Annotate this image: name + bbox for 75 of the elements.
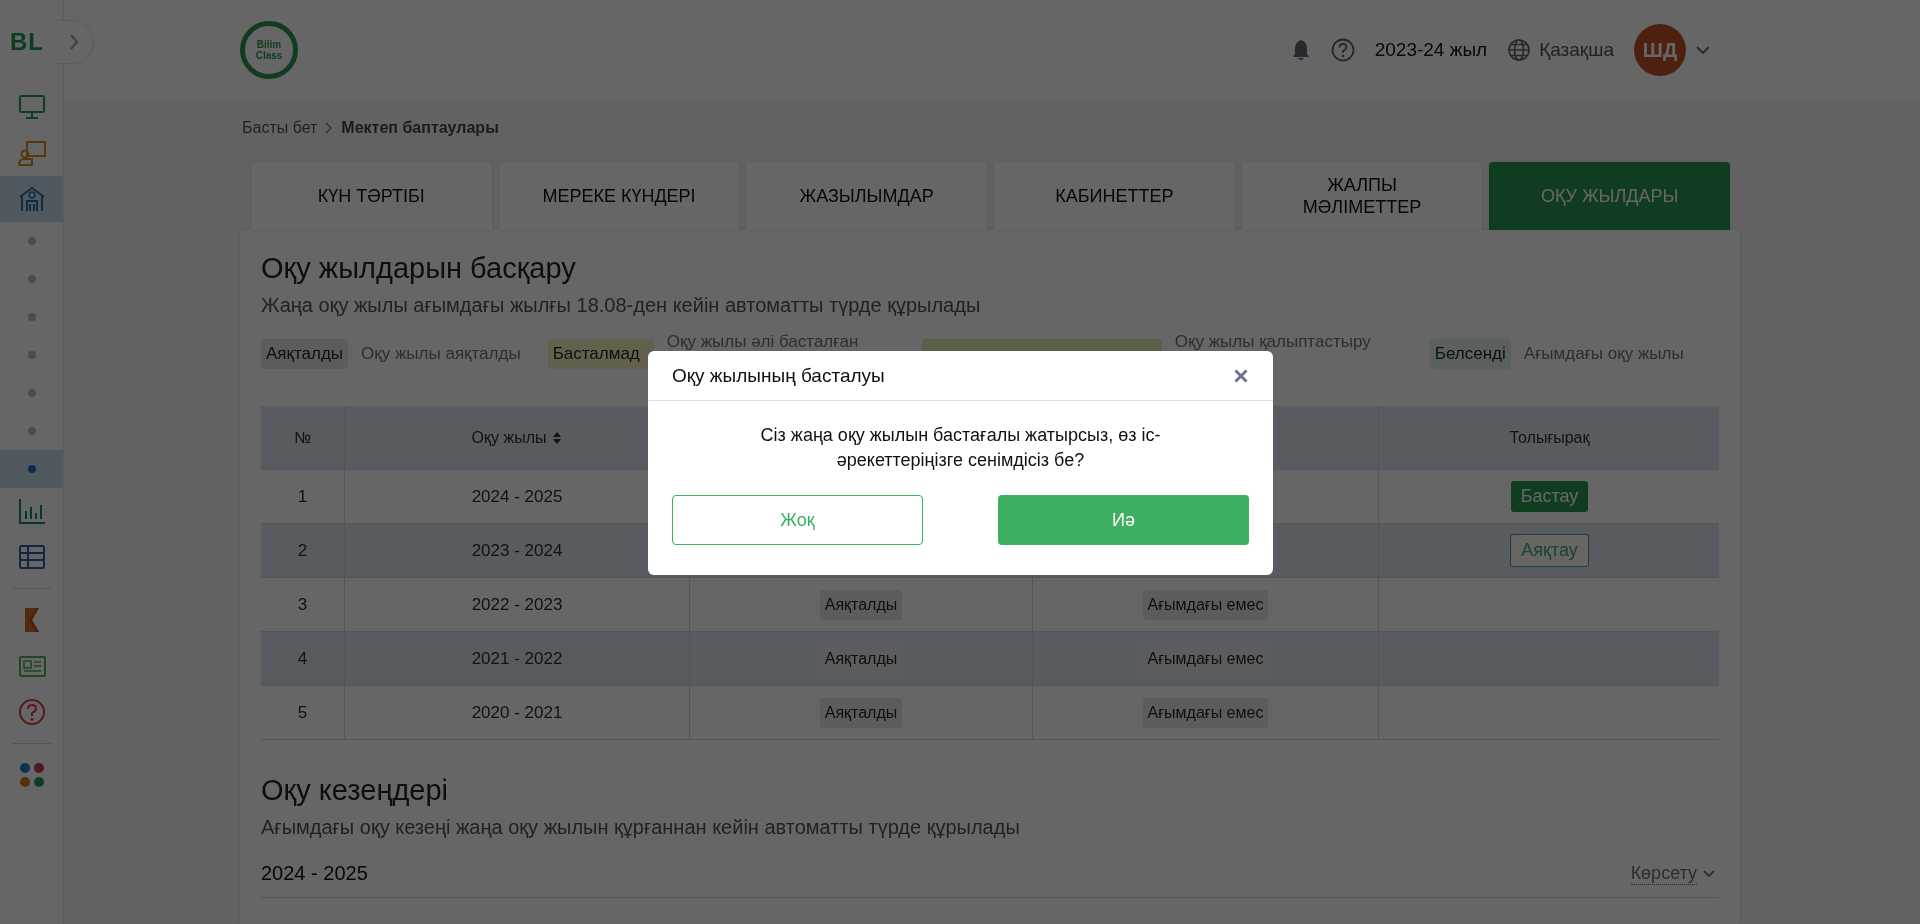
collapse-toggle[interactable] bbox=[54, 20, 94, 64]
legend-text: Оқу жылы аяқталды bbox=[361, 343, 521, 365]
app-logo[interactable]: Bilim Class bbox=[240, 21, 298, 79]
dot-icon bbox=[27, 313, 36, 321]
chart-icon bbox=[17, 497, 46, 525]
brand-logo[interactable]: BL bbox=[10, 28, 44, 56]
sidebar-item[interactable] bbox=[0, 176, 63, 222]
school-icon bbox=[17, 185, 46, 213]
column-header: Толығырақ bbox=[1378, 406, 1720, 469]
start-button[interactable]: Бастау bbox=[1510, 481, 1589, 512]
table-cell-text: 1 bbox=[296, 485, 309, 508]
section-title: Оқу кезеңдері bbox=[261, 773, 450, 808]
table-cell-text: 2 bbox=[296, 539, 309, 562]
sort-icon bbox=[552, 430, 563, 445]
language-selector[interactable]: Қазақша bbox=[1507, 38, 1614, 62]
confirm-button[interactable]: Иә bbox=[998, 495, 1249, 545]
dialog-title: Оқу жылының басталуы bbox=[672, 364, 885, 387]
table-cell-text: 4 bbox=[296, 647, 309, 670]
section-subtitle: Жаңа оқу жылы ағымдағы жылғы 18.08-ден кейін автоматты түрде құрылады bbox=[261, 293, 982, 318]
status-badge: Ағымдағы емес bbox=[1142, 697, 1269, 728]
close-button[interactable] bbox=[1233, 367, 1249, 384]
table-icon bbox=[17, 543, 46, 571]
status-badge: Аяқталды bbox=[819, 589, 903, 620]
globe-icon bbox=[1507, 38, 1532, 62]
tab[interactable]: ЖАЛПЫ МӘЛІМЕТТЕР bbox=[1241, 162, 1483, 230]
help-icon[interactable] bbox=[1330, 38, 1355, 62]
user-avatar[interactable]: ШД bbox=[1634, 24, 1686, 76]
dialog-message: Сіз жаңа оқу жылын бастағалы жатырсыз, өз іс-әрекеттеріңізге сенімдісіз бе? bbox=[759, 424, 1162, 472]
apps-icon bbox=[17, 761, 46, 789]
bookmark-logo-icon bbox=[24, 608, 39, 632]
status-badge: Аяқталды bbox=[261, 339, 349, 369]
table-cell-text: 5 bbox=[296, 701, 309, 724]
dot-icon bbox=[27, 465, 36, 473]
sidebar-item[interactable] bbox=[0, 450, 63, 488]
show-toggle[interactable]: Көрсету bbox=[1630, 862, 1715, 885]
tab[interactable]: ОҚУ ЖЫЛДАРЫ bbox=[1489, 162, 1731, 230]
status-badge: Аяқталды bbox=[819, 643, 903, 674]
dot-icon bbox=[27, 351, 36, 359]
section-title: Оқу жылдарын басқару bbox=[261, 251, 577, 286]
monitor-icon bbox=[17, 93, 46, 121]
tab[interactable]: ЖАЗЫЛЫМДАР bbox=[746, 162, 987, 230]
period-year: 2024 - 2025 bbox=[261, 862, 368, 885]
dot-icon bbox=[27, 427, 36, 435]
cancel-button[interactable]: Жоқ bbox=[672, 495, 923, 545]
section-subtitle: Ағымдағы оқу кезеңі жаңа оқу жылын құрғаннан кейін автоматты түрде құрылады bbox=[261, 815, 1021, 840]
status-badge: Ағымдағы емес bbox=[1142, 643, 1269, 674]
legend-text: Оқу жылы әлі басталған bbox=[666, 333, 860, 351]
legend-text: Ағымдағы оқу жылы bbox=[1523, 343, 1684, 365]
tab[interactable]: КҮН ТӘРТІБІ bbox=[251, 162, 492, 230]
bell-icon[interactable] bbox=[1290, 39, 1311, 61]
chevron-down-icon bbox=[1703, 869, 1715, 878]
dot-icon bbox=[27, 275, 36, 283]
column-header: № bbox=[292, 427, 313, 448]
dot-icon bbox=[27, 389, 36, 397]
status-badge: Белсенді bbox=[1429, 339, 1511, 369]
table-cell-text: 3 bbox=[296, 593, 309, 616]
help-icon bbox=[17, 698, 46, 726]
chevron-right-icon bbox=[325, 122, 334, 134]
chevron-down-icon[interactable] bbox=[1696, 45, 1710, 55]
table-cell: 2021 - 2022 bbox=[344, 632, 689, 685]
status-badge: Ағымдағы емес bbox=[1142, 589, 1269, 620]
breadcrumb-link[interactable]: Басты бет bbox=[242, 119, 318, 137]
close-icon bbox=[1234, 368, 1248, 383]
legend-text: Оқу жылы қалыптастыру bbox=[1174, 333, 1372, 351]
presentation-icon bbox=[17, 139, 46, 167]
dot-icon bbox=[27, 237, 36, 245]
status-badge: Аяқталды bbox=[819, 697, 903, 728]
breadcrumb-current: Мектеп баптаулары bbox=[341, 119, 499, 137]
year-selector[interactable]: 2023-24 жыл bbox=[1374, 39, 1488, 61]
tab[interactable]: КАБИНЕТТЕР bbox=[994, 162, 1235, 230]
table-cell: 2020 - 2021 bbox=[344, 686, 689, 739]
finish-button[interactable]: Аяқтау bbox=[1510, 534, 1589, 567]
tab[interactable]: МЕРЕКЕ КҮНДЕРІ bbox=[498, 162, 740, 230]
status-badge: Басталмад bbox=[547, 339, 654, 369]
chevron-right-icon bbox=[68, 33, 79, 51]
